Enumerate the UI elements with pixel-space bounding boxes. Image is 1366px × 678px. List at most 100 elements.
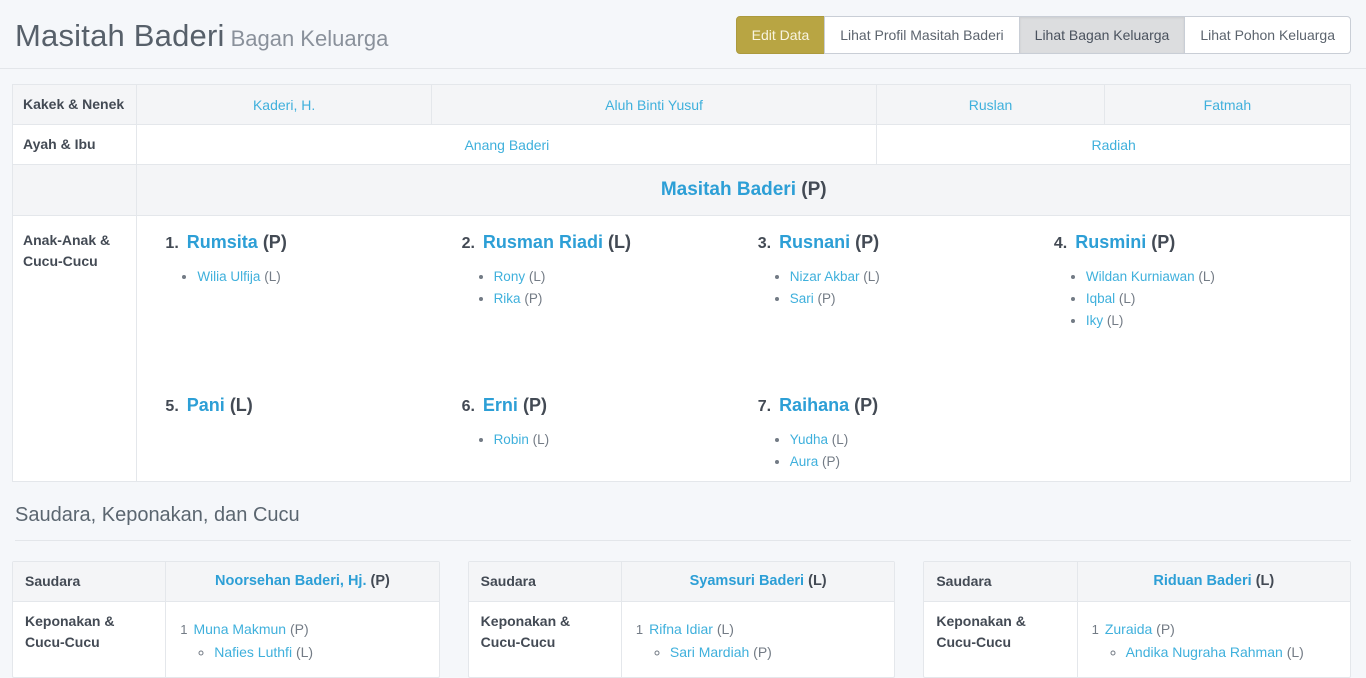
nephew-child-gender: (P) [753,644,772,660]
grandchild-link[interactable]: Iky [1086,313,1103,328]
sibling-name-cell: Syamsuri Baderi (L) [622,562,894,601]
child-name-link[interactable]: Pani [187,395,225,415]
nephew-child-link[interactable]: Sari Mardiah [670,644,749,660]
grandchild-gender: (L) [264,269,281,284]
nephews-cell: 1Zuraida (P) Andika Nugraha Rahman (L) [1078,602,1350,677]
child-gender: (P) [1151,232,1175,252]
grandchild-item: Sari (P) [790,288,1036,310]
nephew-link[interactable]: Muna Makmun [193,621,286,637]
grandchild-link[interactable]: Aura [790,454,819,469]
family-chart-content: Kakek & Nenek Kaderi, H. Aluh Binti Yusu… [0,69,1366,482]
father-link[interactable]: Anang Baderi [464,137,549,153]
sibling-name-link[interactable]: Syamsuri Baderi [690,573,804,589]
nephew-list: 1Rifna Idiar (L) Sari Mardiah (P) [634,618,884,663]
child-gender: (P) [523,395,547,415]
sibling-cards: Saudara Noorsehan Baderi, Hj. (P) Kepona… [0,541,1366,678]
siblings-section-heading: Saudara, Keponakan, dan Cucu [15,504,1351,541]
children-grid: 1. Rumsita (P) Wilia Ulfija (L) 2. Rusma… [165,229,1350,473]
child-gender: (P) [263,232,287,252]
child-name-link[interactable]: Rusmini [1075,232,1146,252]
grandchild-item: Robin (L) [494,429,740,451]
grandchild-link[interactable]: Rony [494,269,526,284]
child-item: 5. Pani (L) [165,392,461,473]
nephew-gender: (P) [290,621,309,637]
grandchild-link[interactable]: Robin [494,432,529,447]
grandchild-link[interactable]: Sari [790,291,814,306]
view-chart-button[interactable]: Lihat Bagan Keluarga [1019,16,1186,54]
nephew-child-link[interactable]: Andika Nugraha Rahman [1126,644,1283,660]
mother-link[interactable]: Radiah [1091,137,1135,153]
grandchild-item: Rony (L) [494,266,740,288]
grandchild-link[interactable]: Nizar Akbar [790,269,860,284]
child-item: 4. Rusmini (P) Wildan Kurniawan (L) Iqba… [1054,229,1350,392]
nephew-number: 1 [636,622,643,637]
grandparent-link[interactable]: Fatmah [1204,97,1251,113]
sibling-label: Saudara [924,562,1077,601]
sibling-gender: (L) [808,573,827,589]
nephew-item: 1Rifna Idiar (L) Sari Mardiah (P) [636,618,884,663]
sibling-name-link[interactable]: Noorsehan Baderi, Hj. [215,573,366,589]
nephews-cell: 1Rifna Idiar (L) Sari Mardiah (P) [622,602,894,677]
grandchild-gender: (L) [1107,313,1124,328]
grandchild-link[interactable]: Wildan Kurniawan [1086,269,1195,284]
child-name-link[interactable]: Rusnani [779,232,850,252]
grandchild-link[interactable]: Yudha [790,432,828,447]
child-item: 3. Rusnani (P) Nizar Akbar (L) Sari (P) [758,229,1054,392]
grandchild-item: Yudha (L) [790,429,1036,451]
self-name-link[interactable]: Masitah Baderi [661,179,796,200]
row-label-parents: Ayah & Ibu [13,125,137,165]
nephews-label: Keponakan & Cucu-Cucu [469,602,622,677]
children-row: Anak-Anak & Cucu-Cucu 1. Rumsita (P) Wil… [13,216,1351,482]
sibling-label: Saudara [469,562,622,601]
child-number: 4. [1054,235,1067,252]
child-number: 7. [758,398,771,415]
grandchild-link[interactable]: Iqbal [1086,291,1115,306]
nephew-child-link[interactable]: Nafies Luthfi [214,644,292,660]
grandchild-gender: (L) [863,269,880,284]
grandchild-gender: (L) [529,269,546,284]
grandchild-item: Iqbal (L) [1086,288,1332,310]
grandchild-item: Nizar Akbar (L) [790,266,1036,288]
edit-data-button[interactable]: Edit Data [736,16,826,54]
nephew-item: 1Zuraida (P) Andika Nugraha Rahman (L) [1092,618,1340,663]
grandchild-gender: (P) [524,291,542,306]
grandparent-link[interactable]: Aluh Binti Yusuf [605,97,703,113]
grandchildren-list: Rony (L) Rika (P) [462,266,740,310]
grandparent-link[interactable]: Kaderi, H. [253,97,315,113]
grandparent-link[interactable]: Ruslan [969,97,1013,113]
child-gender: (L) [608,232,631,252]
nephews-label: Keponakan & Cucu-Cucu [924,602,1077,677]
grandchild-link[interactable]: Rika [494,291,521,306]
child-name-link[interactable]: Rumsita [187,232,258,252]
grandchild-gender: (L) [832,432,849,447]
grandchild-gender: (L) [1119,291,1136,306]
child-name-link[interactable]: Rusman Riadi [483,232,603,252]
child-name-link[interactable]: Raihana [779,395,849,415]
nephew-child-gender: (L) [1287,644,1304,660]
grandparents-row: Kakek & Nenek Kaderi, H. Aluh Binti Yusu… [13,85,1351,125]
view-profile-button[interactable]: Lihat Profil Masitah Baderi [824,16,1019,54]
nephew-child-item: Sari Mardiah (P) [670,641,884,663]
sibling-gender: (P) [371,573,390,589]
sibling-name-cell: Riduan Baderi (L) [1078,562,1350,601]
child-name-link[interactable]: Erni [483,395,518,415]
view-tree-button[interactable]: Lihat Pohon Keluarga [1184,16,1351,54]
sibling-name-link[interactable]: Riduan Baderi [1153,573,1251,589]
parents-row: Ayah & Ibu Anang Baderi Radiah [13,125,1351,165]
nephew-list: 1 Muna Makmun (P) Nafies Luthfi (L) [178,618,428,663]
sibling-card: Saudara Riduan Baderi (L) Keponakan & Cu… [923,561,1351,678]
nephew-child-item: Nafies Luthfi (L) [214,641,428,663]
page-header: Masitah BaderiBagan Keluarga Edit Data L… [0,0,1366,69]
nephew-number: 1 [180,622,187,637]
grandchildren-list: Wilia Ulfija (L) [165,266,443,288]
nephew-gender: (P) [1156,621,1175,637]
row-label-grandparents: Kakek & Nenek [13,85,137,125]
grandchild-gender: (P) [817,291,835,306]
grandchildren-list: Robin (L) [462,429,740,451]
grandchild-item: Wildan Kurniawan (L) [1086,266,1332,288]
grandchild-gender: (L) [533,432,550,447]
grandchildren-list: Yudha (L) Aura (P) [758,429,1036,473]
nephew-link[interactable]: Rifna Idiar [649,621,713,637]
nephew-link[interactable]: Zuraida [1105,621,1152,637]
grandchild-link[interactable]: Wilia Ulfija [197,269,260,284]
